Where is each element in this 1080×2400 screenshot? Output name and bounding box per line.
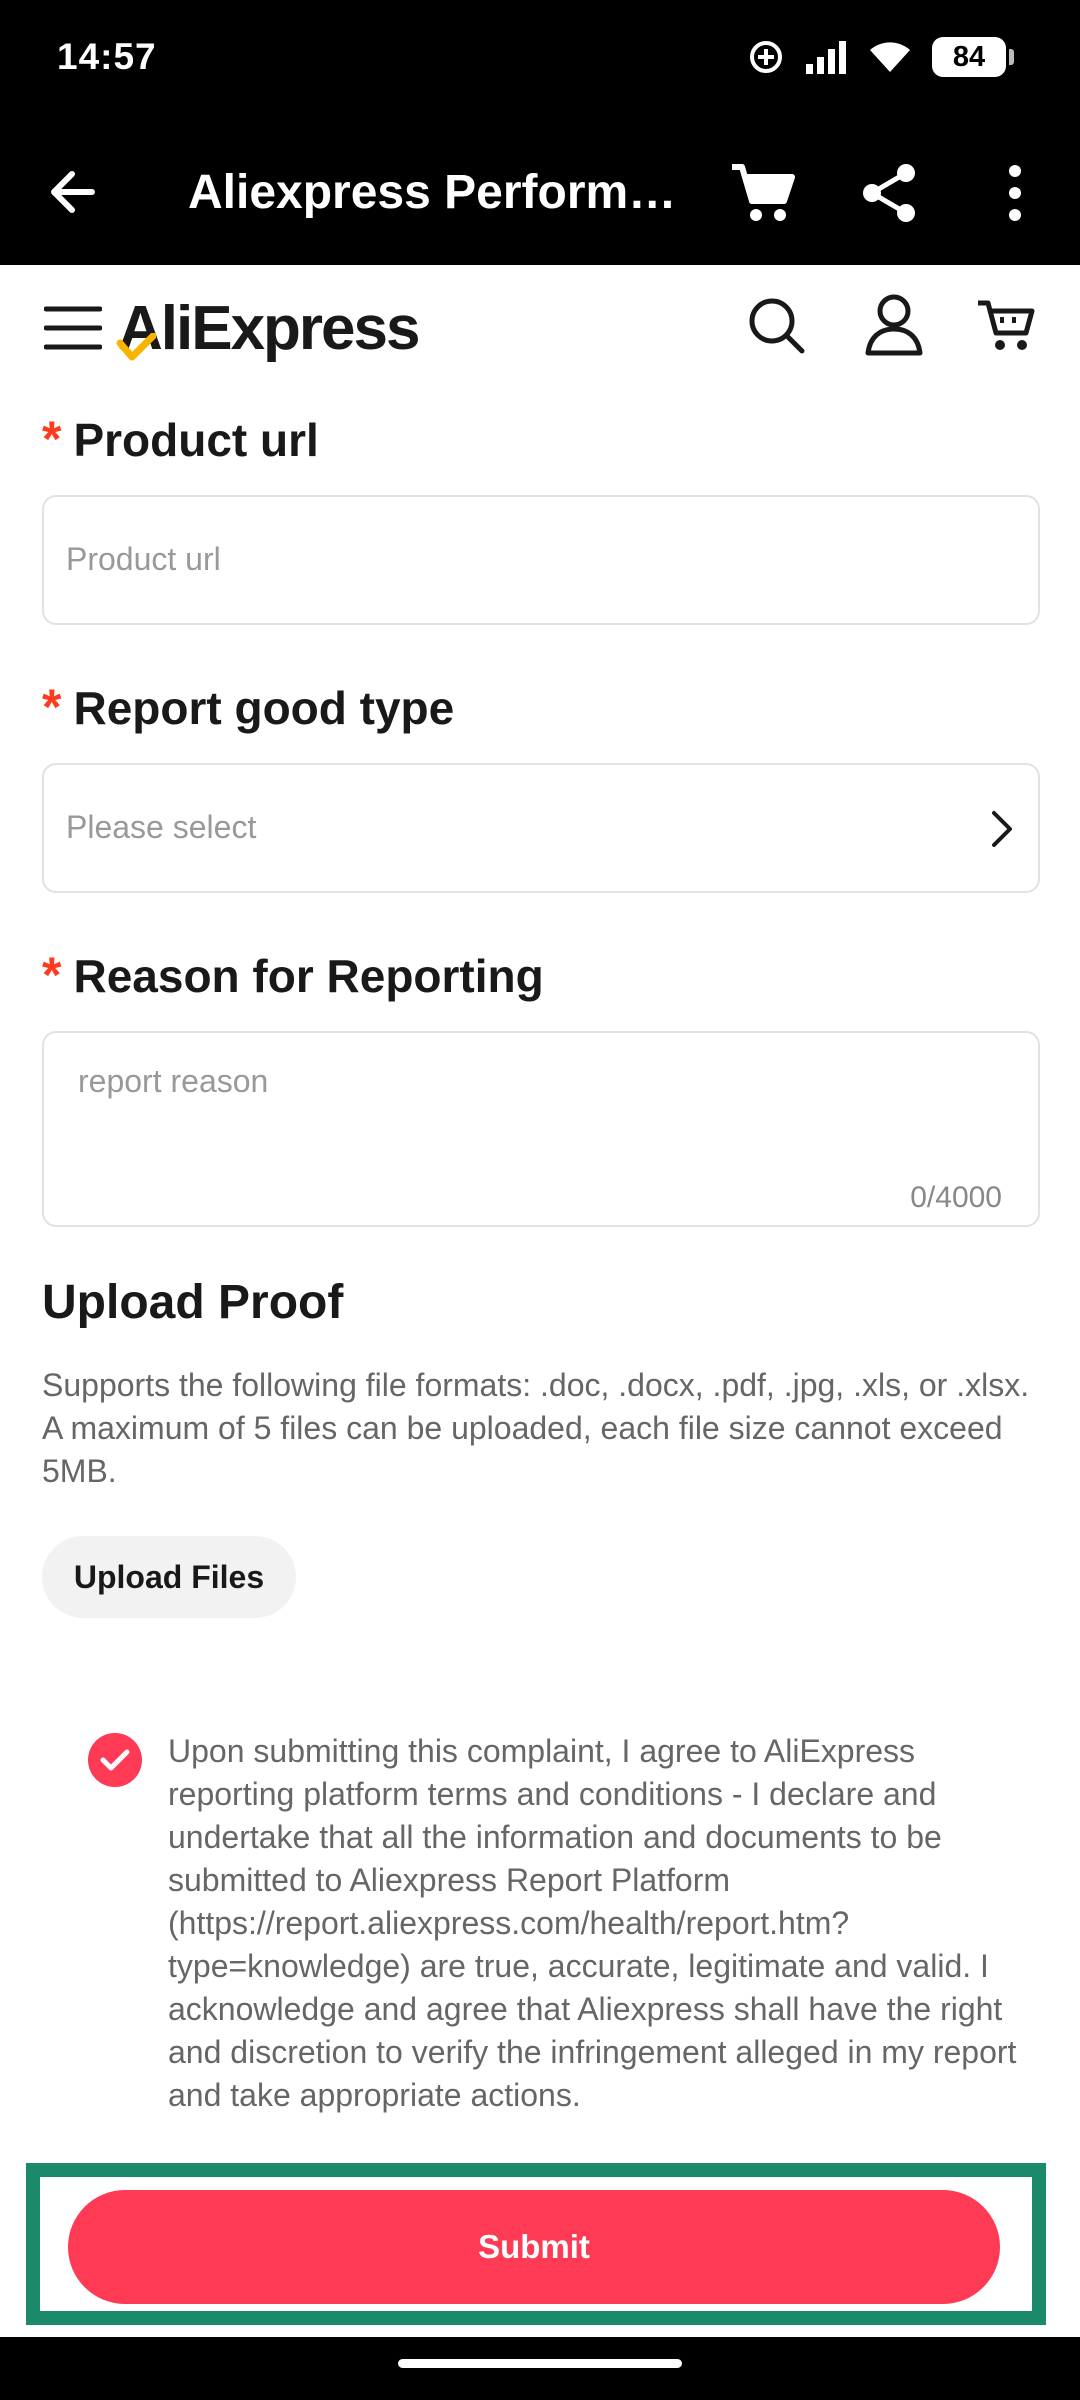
reason-label: * Reason for Reporting [42,946,544,1004]
data-saver-icon [750,41,782,73]
search-icon[interactable] [746,295,806,355]
account-icon[interactable] [864,293,924,357]
status-icons: 84 [748,34,1014,80]
reason-placeholder: report reason [78,1063,269,1099]
home-gesture-pill[interactable] [398,2359,682,2368]
product-url-label-text: Product url [73,414,319,466]
cart-icon[interactable] [976,295,1036,355]
wifi-icon [870,42,910,72]
report-type-select[interactable]: Please select [42,763,1040,893]
reason-textarea[interactable]: report reason 0/4000 [42,1031,1040,1227]
share-icon[interactable] [858,161,922,225]
signal-icon [806,41,846,74]
site-header: AliExpress [0,265,1080,390]
menu-icon[interactable] [44,303,102,353]
product-url-input[interactable]: Product url [42,495,1040,625]
reason-label-text: Reason for Reporting [73,950,544,1002]
upload-description: Supports the following file formats: .do… [42,1367,1030,1489]
agreement-checkbox[interactable] [88,1733,142,1787]
navigation-bar [0,2337,1080,2400]
status-time: 14:57 [57,36,157,77]
app-bar: Aliexpress Performan... [0,115,1080,265]
required-mark: * [42,679,62,735]
report-type-placeholder: Please select [66,809,257,845]
product-url-placeholder: Product url [66,541,221,577]
submit-button[interactable]: Submit [68,2190,1000,2304]
battery-indicator: 84 [932,37,1014,77]
upload-files-button[interactable]: Upload Files [42,1536,296,1618]
report-type-label-text: Report good type [73,682,455,734]
logo-text: AliExpress [118,294,421,363]
required-mark: * [42,947,62,1003]
cart-icon[interactable] [728,159,798,229]
report-type-label: * Report good type [42,678,454,736]
check-icon [100,1749,130,1771]
required-mark: * [42,411,62,467]
app-title: Aliexpress Performan... [188,166,688,219]
agreement-text: Upon submitting this complaint, I agree … [168,1733,1017,2113]
logo-check-icon [116,333,156,361]
upload-proof-title: Upload Proof [42,1276,344,1329]
aliexpress-logo[interactable]: AliExpress [116,293,421,364]
chevron-right-icon [992,811,1012,847]
char-counter: 0/4000 [910,1181,1002,1214]
more-options-icon[interactable] [990,161,1040,225]
back-arrow-icon[interactable] [42,160,106,224]
product-url-label: * Product url [42,410,319,468]
status-bar: 14:57 84 [0,0,1080,115]
